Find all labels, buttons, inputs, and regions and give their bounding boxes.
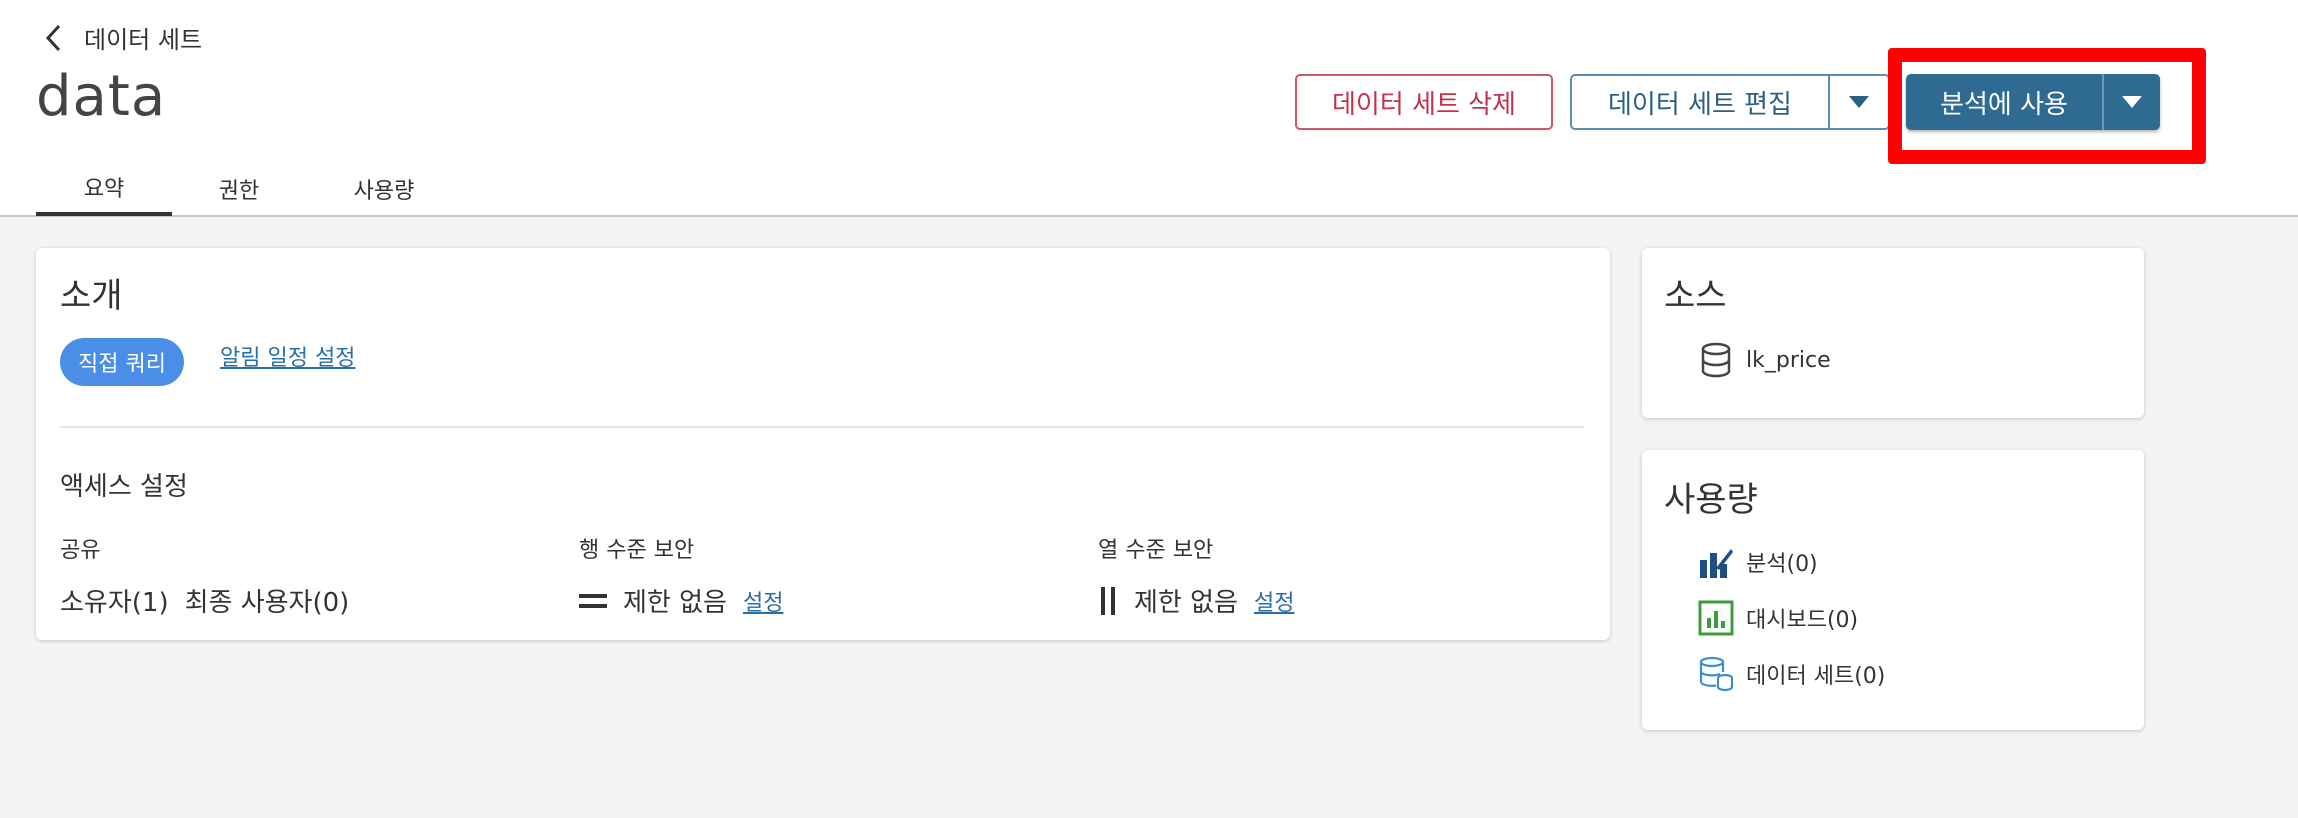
column-security-settings-link[interactable]: 설정 <box>1254 585 1294 617</box>
end-users-count: 최종 사용자(0) <box>184 588 350 618</box>
direct-query-badge[interactable]: 직접 쿼리 <box>60 338 184 386</box>
row-level-icon <box>579 593 607 608</box>
dashboard-icon <box>1698 600 1734 636</box>
caret-down-icon <box>1849 96 1869 108</box>
row-security-heading: 행 수준 보안 <box>579 538 695 563</box>
usage-item-analysis[interactable]: 분석(0) <box>1698 544 1818 580</box>
sharing-heading: 공유 <box>60 538 101 563</box>
row-security-settings-link[interactable]: 설정 <box>743 585 783 617</box>
analysis-icon <box>1700 549 1733 578</box>
usage-item-dashboard[interactable]: 대시보드(0) <box>1698 600 1858 636</box>
sharing-column: 공유 소유자(1) 최종 사용자(0) <box>60 532 349 619</box>
dataset-icon <box>1699 656 1734 692</box>
tab-usage[interactable]: 사용량 <box>306 162 462 216</box>
edit-dataset-split-button: 데이터 세트 편집 <box>1570 74 1890 130</box>
usage-item-dataset[interactable]: 데이터 세트(0) <box>1698 656 1885 692</box>
row-security-column: 행 수준 보안 제한 없음 설정 <box>579 532 783 619</box>
source-card: 소스 lk_price <box>1642 248 2144 418</box>
tab-summary[interactable]: 요약 <box>36 162 172 216</box>
use-in-analysis-button[interactable]: 분석에 사용 <box>1906 74 2104 130</box>
usage-card: 사용량 분석(0) 대시보드(0) 데이터 세트(0) <box>1642 450 2144 730</box>
back-link-label: 데이터 세트 <box>84 26 203 54</box>
page-header: 데이터 세트 data 요약 권한 사용량 데이터 세트 삭제 데이터 세트 편… <box>0 0 2298 217</box>
usage-item-label: 데이터 세트(0) <box>1746 664 1886 689</box>
column-security-heading: 열 수준 보안 <box>1098 538 1214 563</box>
access-settings-title: 액세스 설정 <box>60 472 188 502</box>
delete-dataset-button[interactable]: 데이터 세트 삭제 <box>1295 74 1553 130</box>
column-level-icon <box>1101 586 1115 615</box>
chevron-left-icon <box>45 24 61 51</box>
source-label: lk_price <box>1746 347 1831 373</box>
alarm-schedule-link[interactable]: 알림 일정 설정 <box>220 340 355 372</box>
column-security-column: 열 수준 보안 제한 없음 설정 <box>1098 532 1294 619</box>
source-title: 소스 <box>1664 276 1727 316</box>
usage-item-label: 분석(0) <box>1746 552 1818 577</box>
column-security-status: 제한 없음 <box>1134 588 1238 618</box>
use-in-analysis-dropdown[interactable] <box>2104 74 2160 130</box>
divider <box>60 426 1584 428</box>
usage-title: 사용량 <box>1664 480 1758 520</box>
tab-bar: 요약 권한 사용량 <box>36 162 462 216</box>
usage-item-label: 대시보드(0) <box>1746 608 1859 633</box>
owners-count: 소유자(1) <box>60 588 169 618</box>
database-icon <box>1701 342 1731 378</box>
edit-dataset-dropdown[interactable] <box>1830 76 1888 128</box>
intro-title: 소개 <box>60 276 123 316</box>
intro-card: 소개 직접 쿼리 알림 일정 설정 액세스 설정 공유 소유자(1) 최종 사용… <box>36 248 1610 640</box>
tab-permissions[interactable]: 권한 <box>172 162 306 216</box>
page-title: data <box>36 64 167 129</box>
caret-down-icon <box>2122 96 2142 108</box>
back-link[interactable]: 데이터 세트 <box>44 20 202 55</box>
use-in-analysis-split-button: 분석에 사용 <box>1906 74 2160 130</box>
row-security-status: 제한 없음 <box>623 588 727 618</box>
edit-dataset-button[interactable]: 데이터 세트 편집 <box>1572 76 1830 128</box>
source-item[interactable]: lk_price <box>1698 342 1831 378</box>
